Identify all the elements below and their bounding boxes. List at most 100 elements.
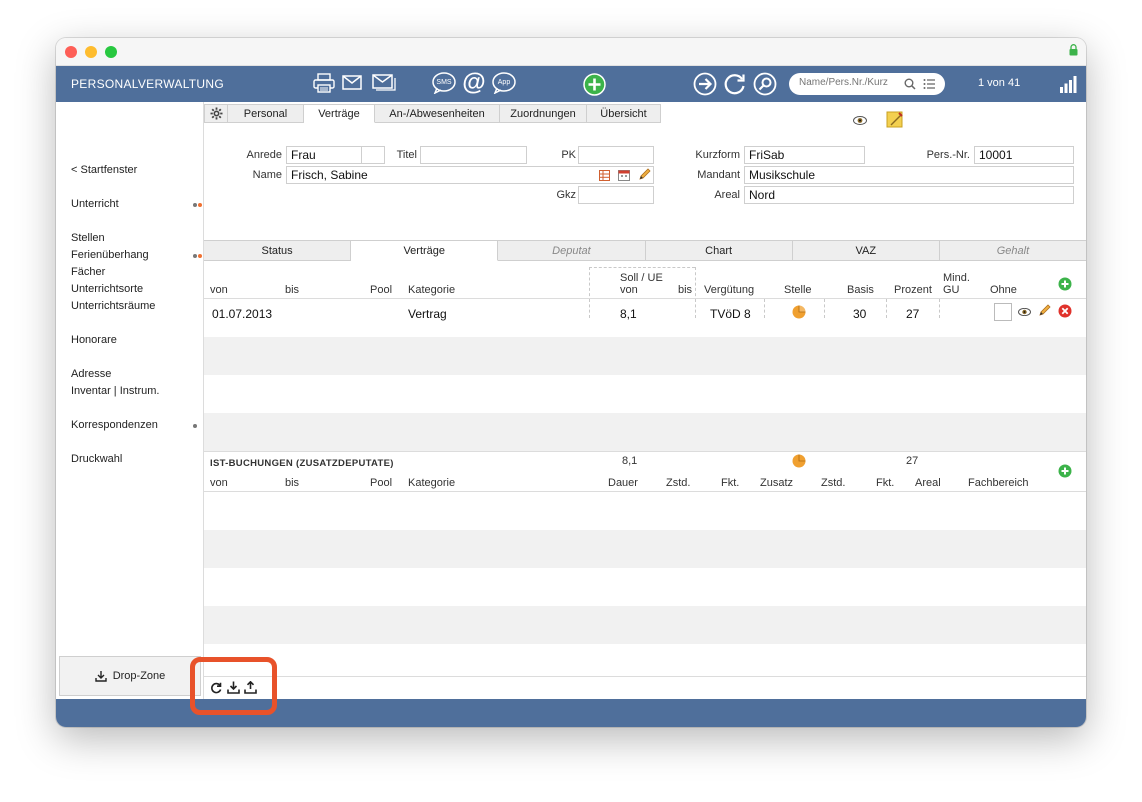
delete-icon[interactable] — [1058, 304, 1072, 318]
empty-row — [204, 337, 1086, 375]
ist-col-von: von — [210, 477, 228, 489]
subtab-deputat[interactable]: Deputat — [498, 241, 646, 261]
add-booking-icon[interactable] — [1058, 464, 1072, 478]
soll-group-top-border — [589, 267, 695, 268]
areal-field[interactable]: Nord — [744, 186, 1074, 204]
ist-col-fachbereich: Fachbereich — [968, 477, 1029, 489]
empty-row — [204, 375, 1086, 413]
row-prozent-left-border — [886, 299, 887, 318]
search-field[interactable] — [789, 73, 945, 95]
subtab-vertraege[interactable]: Verträge — [351, 241, 499, 261]
sidebar-item-unterrichtsorte[interactable]: Unterrichtsorte — [71, 283, 143, 295]
table-icon[interactable] — [599, 170, 610, 181]
note-icon[interactable] — [886, 110, 904, 128]
anrede-extra-field[interactable] — [361, 146, 385, 164]
anrede-field[interactable]: Frau — [286, 146, 362, 164]
subtab-gehalt[interactable]: Gehalt — [939, 241, 1086, 261]
table-row[interactable]: 01.07.2013 Vertrag 8,1 TVöD 8 30 27 — [204, 299, 1086, 337]
add-record-icon[interactable] — [583, 73, 606, 96]
persnr-field[interactable]: 10001 — [974, 146, 1074, 164]
main-content: Personal Verträge An-/Abwesenheiten Zuor… — [204, 102, 1086, 699]
pk-field[interactable] — [578, 146, 654, 164]
search-input[interactable] — [799, 77, 909, 88]
ist-col-zstd2: Zstd. — [821, 477, 846, 489]
ist-col-bis: bis — [285, 477, 300, 489]
subtab-vaz[interactable]: VAZ — [792, 241, 940, 261]
col-soll-bis: bis — [678, 284, 693, 296]
sidebar-item-stellen[interactable]: Stellen — [71, 232, 105, 244]
eye-icon[interactable] — [853, 116, 867, 125]
pencil-icon[interactable] — [638, 168, 651, 181]
add-contract-icon[interactable] — [1058, 277, 1072, 291]
tab-personal[interactable]: Personal — [228, 104, 304, 123]
ist-col-areal: Areal — [915, 477, 941, 489]
signal-icon[interactable] — [1059, 75, 1077, 93]
sidebar-item-inventar[interactable]: Inventar | Instrum. — [71, 385, 159, 397]
ohne-checkbox[interactable] — [994, 303, 1012, 321]
pie-chart-icon[interactable] — [792, 305, 806, 319]
sidebar-item-ferienueberhang[interactable]: Ferienüberhang — [71, 249, 149, 261]
tab-zuordnungen[interactable]: Zuordnungen — [500, 104, 587, 123]
sidebar-item-honorare[interactable]: Honorare — [71, 334, 117, 346]
subtab-status[interactable]: Status — [204, 241, 352, 261]
edit-pencil-icon[interactable] — [1038, 304, 1051, 317]
view-eye-icon[interactable] — [1018, 308, 1031, 316]
sidebar-item-startfenster[interactable]: < Startfenster — [71, 164, 137, 176]
at-icon[interactable]: @ — [461, 69, 487, 96]
row-mind-left-border — [939, 299, 940, 318]
zoom-window-button[interactable] — [105, 46, 117, 58]
magnifier-icon[interactable] — [904, 78, 916, 90]
calendar-icon[interactable] — [618, 169, 630, 181]
sms-icon[interactable]: SMS — [432, 72, 456, 94]
search-icon[interactable] — [753, 72, 777, 96]
app-icon[interactable]: App — [492, 72, 516, 94]
sidebar-item-adresse[interactable]: Adresse — [71, 368, 111, 380]
refresh-icon[interactable] — [723, 72, 747, 96]
row-von: 01.07.2013 — [212, 307, 273, 321]
tab-vertraege[interactable]: Verträge — [304, 104, 375, 123]
row-prozent: 27 — [906, 307, 920, 321]
tab-uebersicht[interactable]: Übersicht — [587, 104, 661, 123]
col-prozent: Prozent — [894, 284, 932, 296]
minimize-window-button[interactable] — [85, 46, 97, 58]
titel-label: Titel — [396, 149, 417, 161]
subtab-chart[interactable]: Chart — [645, 241, 793, 261]
list-icon[interactable] — [923, 78, 935, 90]
main-toolbar: PERSONALVERWALTUNG SMS @ App 1 von 41 — [56, 66, 1086, 102]
unterricht-indicator-dot — [193, 203, 197, 207]
col-mind-gu: Mind. GU — [943, 272, 970, 296]
ist-section-title: IST-BUCHUNGEN (ZUSATZDEPUTATE) — [210, 458, 394, 469]
printer-icon[interactable] — [313, 73, 335, 93]
sms-label: SMS — [436, 78, 452, 86]
arrow-right-icon[interactable] — [693, 72, 717, 96]
sidebar-item-korrespondenzen[interactable]: Korrespondenzen — [71, 419, 158, 431]
row-soll-right-border — [695, 299, 696, 318]
ist-pie-chart-icon[interactable] — [792, 454, 806, 468]
settings-tab[interactable] — [204, 104, 228, 123]
kurzform-label: Kurzform — [695, 149, 740, 161]
sidebar-item-faecher[interactable]: Fächer — [71, 266, 105, 278]
gkz-field[interactable] — [578, 186, 654, 204]
anrede-label: Anrede — [246, 149, 282, 161]
sidebar: < Startfenster Unterricht Stellen Ferien… — [56, 102, 204, 699]
ferienueberhang-alert-dot — [198, 254, 202, 258]
drop-zone[interactable]: Drop-Zone — [59, 656, 201, 696]
close-window-button[interactable] — [65, 46, 77, 58]
sidebar-item-unterrichtsraeume[interactable]: Unterrichtsräume — [71, 300, 155, 312]
title-bar — [56, 38, 1086, 66]
sidebar-item-unterricht[interactable]: Unterricht — [71, 198, 119, 210]
sidebar-item-druckwahl[interactable]: Druckwahl — [71, 453, 122, 465]
app-label: App — [497, 78, 511, 86]
row-stelle-left-border — [764, 299, 765, 318]
mail-batch-icon[interactable] — [372, 74, 396, 91]
empty-row — [204, 644, 1086, 676]
ist-col-pool: Pool — [370, 477, 393, 489]
drop-zone-label: Drop-Zone — [112, 670, 166, 682]
mandant-field[interactable]: Musikschule — [744, 166, 1074, 184]
col-stelle: Stelle — [784, 284, 812, 296]
titel-field[interactable] — [420, 146, 527, 164]
kurzform-field[interactable]: FriSab — [744, 146, 865, 164]
mail-icon[interactable] — [342, 75, 362, 90]
record-count: 1 von 41 — [978, 77, 1021, 89]
tab-abwesenheiten[interactable]: An-/Abwesenheiten — [375, 104, 500, 123]
